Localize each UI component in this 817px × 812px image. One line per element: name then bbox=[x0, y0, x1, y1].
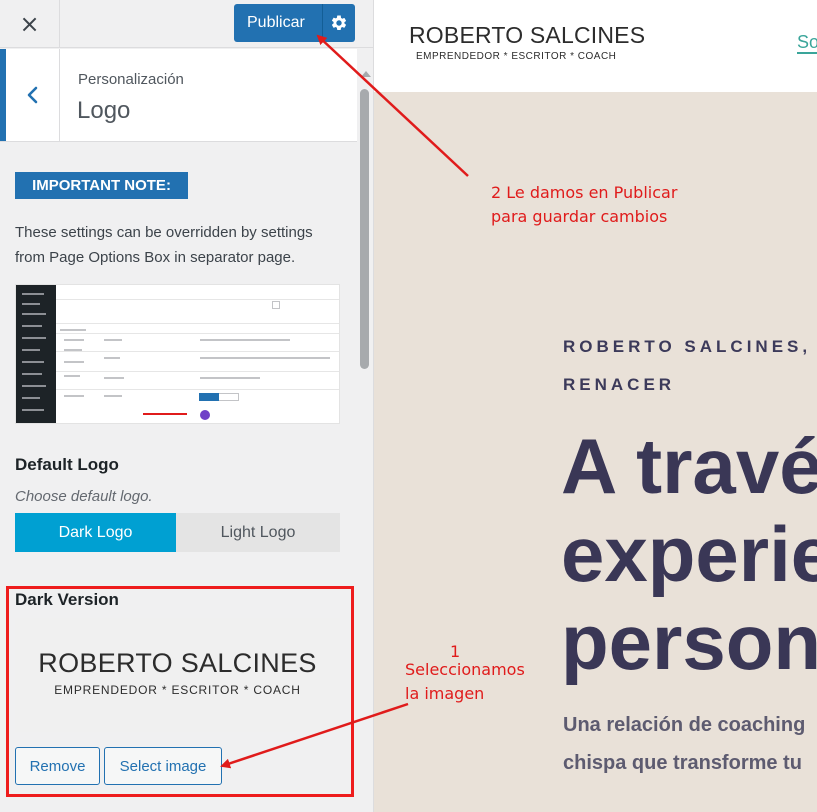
hero-eyebrow-line-2: RENACER bbox=[563, 375, 676, 394]
hero-headline: A travé experie person bbox=[561, 422, 817, 686]
nav-link[interactable]: So bbox=[797, 32, 817, 54]
hero-lead-line-1: Una relación de coaching bbox=[563, 714, 806, 736]
hero-eyebrow-line-1: ROBERTO SALCINES, bbox=[563, 337, 812, 356]
scrollbar[interactable] bbox=[357, 49, 373, 812]
hero-headline-line-2: experie bbox=[561, 510, 817, 598]
close-customizer-button[interactable]: × bbox=[0, 0, 60, 48]
scroll-up-arrow-icon[interactable] bbox=[361, 71, 371, 77]
dark-logo-tab[interactable]: Dark Logo bbox=[15, 513, 176, 552]
default-logo-description: Choose default logo. bbox=[15, 488, 153, 505]
select-annotation-line-1: Seleccionamos bbox=[405, 660, 525, 679]
chevron-left-icon bbox=[27, 86, 37, 104]
publish-annotation-line-2: para guardar cambios bbox=[491, 207, 668, 226]
hero-lead: Una relación de coaching chispa que tran… bbox=[563, 706, 805, 782]
section-header: Personalización Logo bbox=[0, 49, 357, 142]
important-note-text: These settings can be overridden by sett… bbox=[15, 224, 313, 266]
gear-icon bbox=[331, 15, 347, 30]
default-logo-heading: Default Logo bbox=[15, 455, 119, 474]
publish-annotation: 2 Le damos en Publicar para guardar camb… bbox=[491, 181, 677, 229]
section-title: Logo bbox=[77, 97, 131, 124]
hero-eyebrow: ROBERTO SALCINES, RENACER bbox=[563, 328, 811, 404]
hero-headline-line-3: person bbox=[561, 598, 817, 686]
publish-annotation-line-1: 2 Le damos en Publicar bbox=[491, 183, 678, 202]
select-annotation-line-2: la imagen bbox=[405, 684, 485, 703]
highlight-box bbox=[6, 586, 354, 797]
page-options-help-screenshot bbox=[15, 284, 340, 424]
scrollbar-thumb[interactable] bbox=[360, 89, 369, 369]
back-button[interactable] bbox=[0, 49, 60, 141]
site-header: ROBERTO SALCINES EMPRENDEDOR * ESCRITOR … bbox=[374, 0, 817, 92]
customizer-header: × Publicar bbox=[0, 0, 373, 48]
logo-variant-toggle: Dark Logo Light Logo bbox=[15, 513, 340, 552]
site-logo-name[interactable]: ROBERTO SALCINES bbox=[409, 22, 645, 49]
hero-headline-line-1: A travé bbox=[561, 422, 817, 510]
light-logo-tab[interactable]: Light Logo bbox=[176, 513, 340, 552]
close-icon: × bbox=[19, 10, 40, 38]
breadcrumb: Personalización bbox=[78, 71, 184, 88]
hero-lead-line-2: chispa que transforme tu bbox=[563, 752, 802, 774]
publish-label: Publicar bbox=[247, 14, 305, 31]
customizer-sidebar: × Publicar Personalización Logo IMPORTAN… bbox=[0, 0, 374, 812]
important-note-badge: IMPORTANT NOTE: bbox=[15, 172, 188, 199]
publish-settings-button[interactable] bbox=[323, 14, 355, 32]
select-annotation: Seleccionamos la imagen bbox=[405, 658, 525, 706]
publish-button[interactable]: Publicar bbox=[234, 4, 355, 42]
site-logo-tagline: EMPRENDEDOR * ESCRITOR * COACH bbox=[416, 51, 617, 62]
help-screenshot-admin-menu bbox=[16, 285, 56, 423]
